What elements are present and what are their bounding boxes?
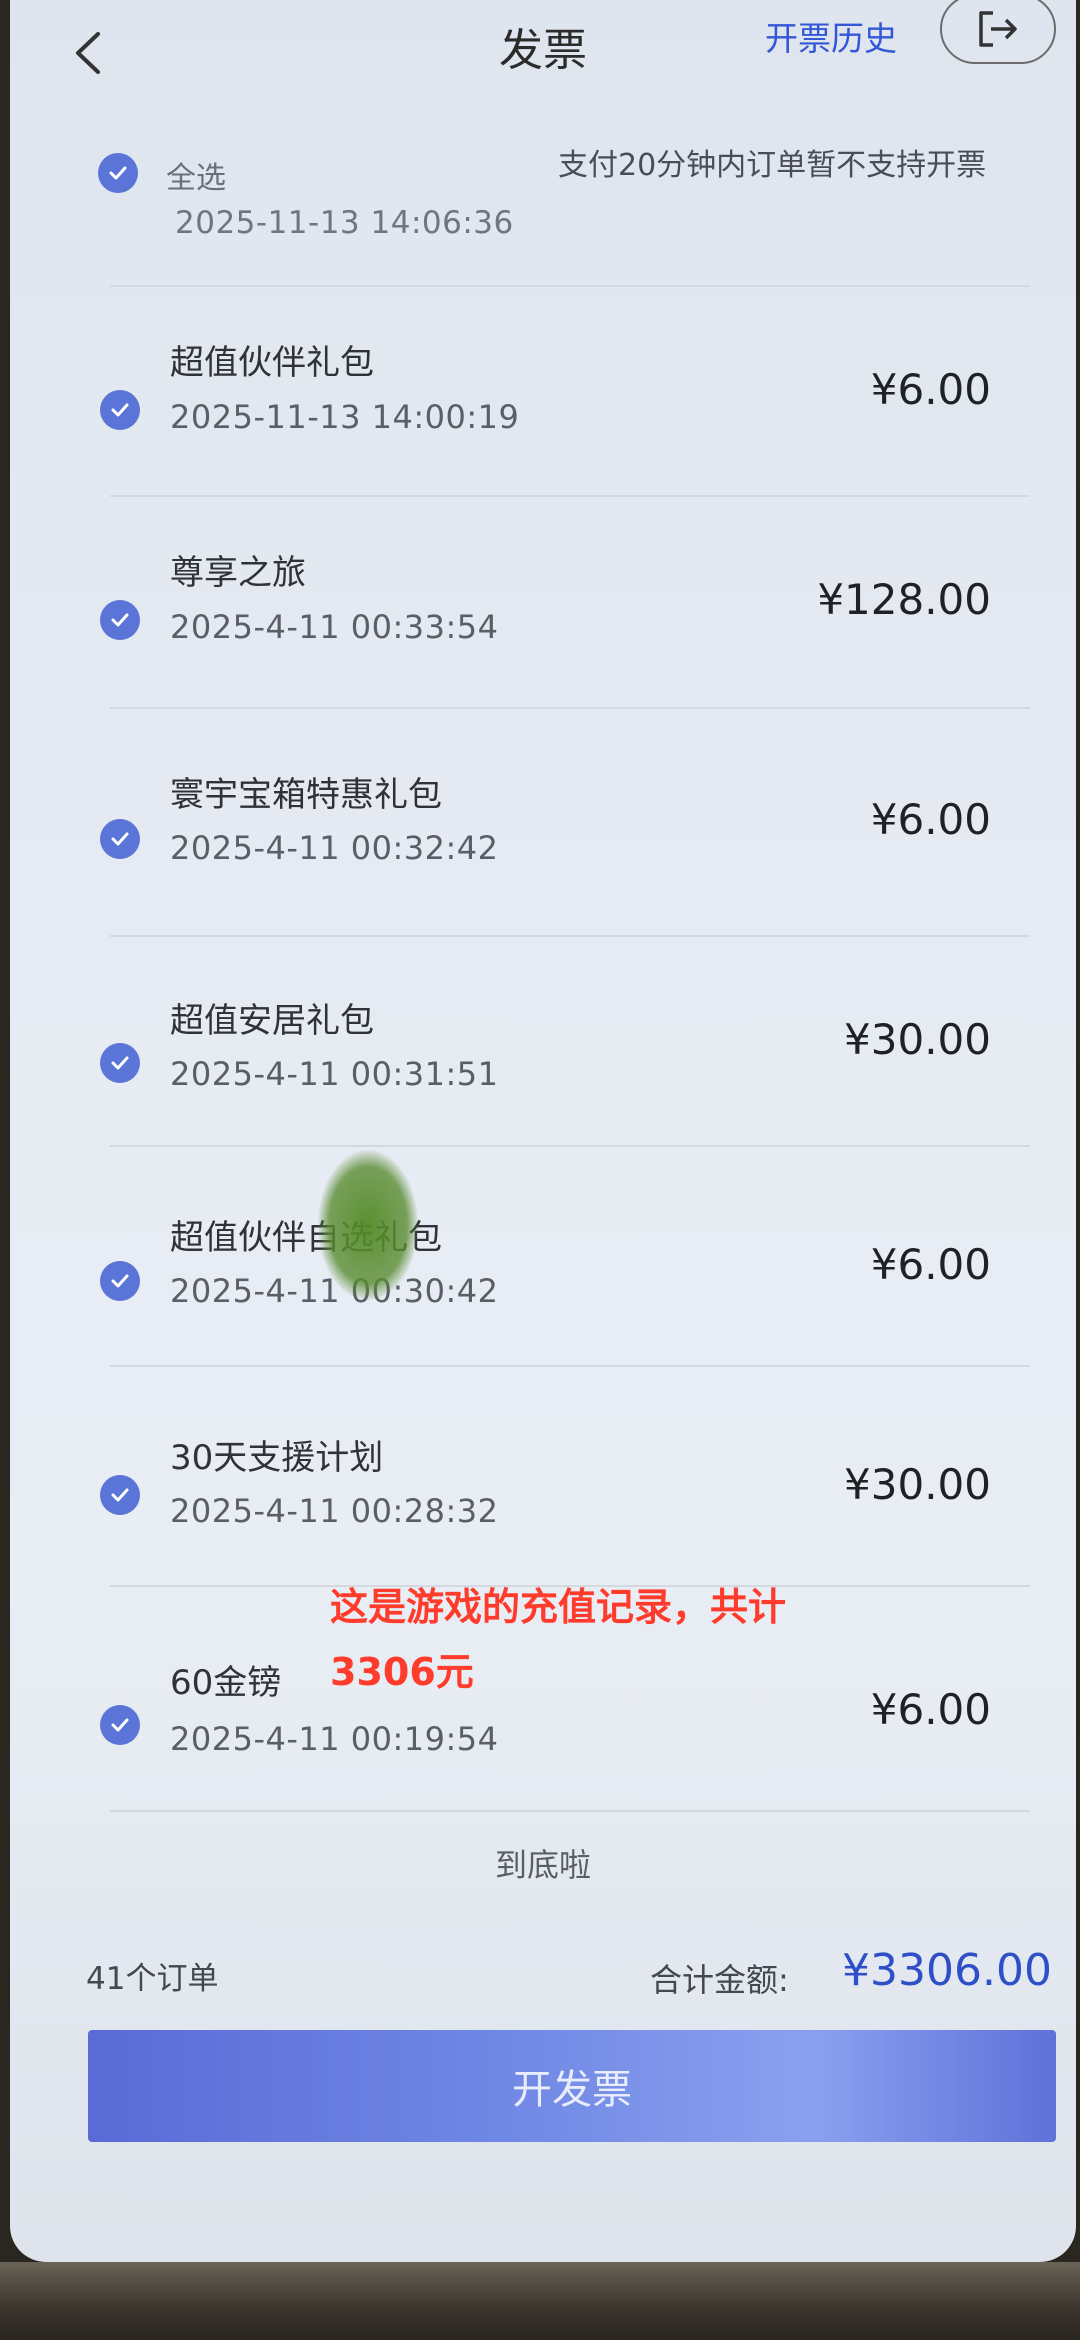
order-price: ¥30.00 [844, 1460, 991, 1509]
checkmark-icon [111, 403, 129, 417]
order-price: ¥6.00 [870, 365, 991, 414]
order-name: 60金镑 [170, 1663, 282, 1703]
checkmark-icon [109, 166, 127, 180]
divider [110, 495, 1030, 497]
order-time: 2025-11-13 14:00:19 [170, 398, 520, 436]
overlay-annotation: 这是游戏的充值记录，共计 3306元 [330, 1575, 786, 1705]
divider [110, 1145, 1030, 1147]
order-name: 超值安居礼包 [170, 1001, 374, 1041]
checkmark-icon [111, 1056, 129, 1070]
checkmark-icon [111, 832, 129, 846]
order-name: 尊享之旅 [170, 553, 306, 593]
total-amount-label: 合计金额: [650, 1961, 789, 1999]
order-count: 41个订单 [86, 1961, 219, 1997]
order-time: 2025-4-11 00:28:32 [170, 1492, 499, 1530]
invoice-history-link[interactable]: 开票历史 [765, 12, 897, 60]
logout-icon [979, 11, 1017, 47]
order-checkbox[interactable] [100, 1705, 140, 1745]
order-name: 寰宇宝箱特惠礼包 [170, 775, 442, 815]
order-checkbox[interactable] [100, 1043, 140, 1083]
screen-smudge [318, 1150, 418, 1300]
checkmark-icon [111, 1488, 129, 1502]
page-title: 发票 [499, 25, 587, 76]
order-time: 2025-4-11 00:31:51 [170, 1055, 499, 1093]
select-all-checkbox[interactable] [98, 153, 138, 193]
order-time: 2025-4-11 00:33:54 [170, 608, 499, 646]
phone-screen: 发票 开票历史 全选 支付20分钟内订单暂不支持开票 2025-11-13 14… [10, 0, 1076, 2262]
order-checkbox[interactable] [100, 390, 140, 430]
annotation-line-1: 这是游戏的充值记录，共计 [330, 1585, 787, 1629]
order-checkbox[interactable] [100, 600, 140, 640]
exit-button[interactable] [940, 0, 1056, 64]
divider [110, 1365, 1030, 1367]
divider [110, 1810, 1030, 1812]
annotation-line-2: 3306元 [330, 1650, 474, 1694]
checkmark-icon [111, 1718, 129, 1732]
order-time: 2025-4-11 00:32:42 [170, 829, 499, 867]
order-price: ¥6.00 [870, 795, 991, 844]
order-price: ¥6.00 [870, 1685, 991, 1734]
order-checkbox[interactable] [100, 819, 140, 859]
divider [110, 935, 1030, 937]
select-all-row[interactable]: 全选 支付20分钟内订单暂不支持开票 [10, 135, 1076, 205]
list-end-text: 到底啦 [494, 1846, 591, 1884]
invoice-restriction-hint: 支付20分钟内订单暂不支持开票 [558, 148, 987, 183]
checkmark-icon [111, 1274, 129, 1288]
select-all-label: 全选 [166, 161, 226, 196]
issue-invoice-label: 开发票 [512, 2067, 632, 2113]
divider [110, 285, 1030, 287]
partial-order-time: 2025-11-13 14:06:36 [175, 205, 514, 241]
total-amount-value: ¥3306.00 [842, 1945, 1052, 1996]
issue-invoice-button[interactable]: 开发票 [88, 2030, 1056, 2142]
order-name: 超值伙伴礼包 [170, 343, 374, 383]
checkmark-icon [111, 613, 129, 627]
order-checkbox[interactable] [100, 1475, 140, 1515]
order-checkbox[interactable] [100, 1261, 140, 1301]
header: 发票 开票历史 [10, 0, 1076, 100]
divider [110, 707, 1030, 709]
order-name: 30天支援计划 [170, 1438, 384, 1478]
order-price: ¥30.00 [844, 1015, 991, 1064]
phone-bezel [0, 2262, 1080, 2340]
order-time: 2025-4-11 00:19:54 [170, 1720, 499, 1758]
order-price: ¥128.00 [817, 575, 991, 624]
order-price: ¥6.00 [870, 1240, 991, 1289]
